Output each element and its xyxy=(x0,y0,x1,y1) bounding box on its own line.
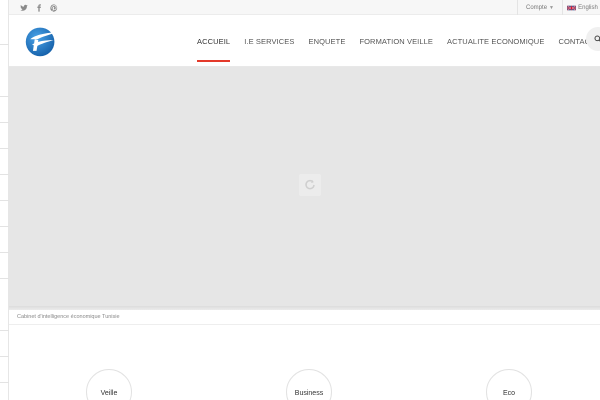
rail-mark xyxy=(0,174,9,175)
company-logo[interactable] xyxy=(23,24,59,58)
rail-mark xyxy=(0,356,9,357)
search-icon xyxy=(594,35,600,42)
social-links xyxy=(18,2,59,13)
chevron-down-icon: ▼ xyxy=(549,4,554,11)
feature-circle-eco[interactable]: Eco xyxy=(486,369,532,400)
facebook-icon[interactable] xyxy=(33,2,44,13)
hero-slider xyxy=(9,67,600,310)
rail-mark xyxy=(0,330,9,331)
nav-separator-dot: · xyxy=(570,37,573,46)
rail-mark xyxy=(0,44,9,45)
rail-mark xyxy=(0,252,9,253)
language-label: English xyxy=(578,4,598,11)
rail-mark xyxy=(0,278,9,279)
slider-caption: Cabinet d'intelligence économique Tunisi… xyxy=(17,314,120,320)
nav-item-enquete[interactable]: ENQUETE xyxy=(301,16,352,67)
account-menu[interactable]: Compte ▼ xyxy=(517,0,562,15)
language-selector[interactable]: English ▼ xyxy=(562,0,600,15)
twitter-icon[interactable] xyxy=(18,2,29,13)
rail-mark xyxy=(0,96,9,97)
slider-caption-bar: Cabinet d'intelligence économique Tunisi… xyxy=(9,310,600,325)
feature-label: Veille xyxy=(100,390,118,397)
nav-item-ie-services[interactable]: I.E SERVICES xyxy=(237,16,301,67)
feature-label: Eco xyxy=(502,390,516,397)
top-bar: Compte ▼ English ▼ xyxy=(9,0,600,15)
nav-item-actualite-economique[interactable]: ACTUALITE ECONOMIQUE xyxy=(440,16,551,67)
left-rail xyxy=(0,0,9,400)
pinterest-icon[interactable] xyxy=(48,2,59,13)
nav-item-accueil[interactable]: ACCUEIL xyxy=(190,16,237,67)
feature-circle-veille[interactable]: Veille xyxy=(86,369,132,400)
uk-flag-icon xyxy=(567,4,577,11)
rail-mark xyxy=(0,122,9,123)
main-nav: ACCUEIL I.E SERVICES ENQUETE FORMATION V… xyxy=(190,16,600,67)
site-header: ACCUEIL I.E SERVICES ENQUETE FORMATION V… xyxy=(9,16,600,67)
rail-mark xyxy=(0,382,9,383)
feature-circle-business[interactable]: Business xyxy=(286,369,332,400)
slider-loader xyxy=(299,174,321,196)
nav-item-formation-veille[interactable]: FORMATION VEILLE xyxy=(352,16,440,67)
rail-mark xyxy=(0,226,9,227)
rail-mark xyxy=(0,148,9,149)
rail-mark xyxy=(0,200,9,201)
account-label: Compte xyxy=(526,4,548,11)
feature-label: Business xyxy=(294,390,324,397)
loading-icon xyxy=(305,179,315,190)
